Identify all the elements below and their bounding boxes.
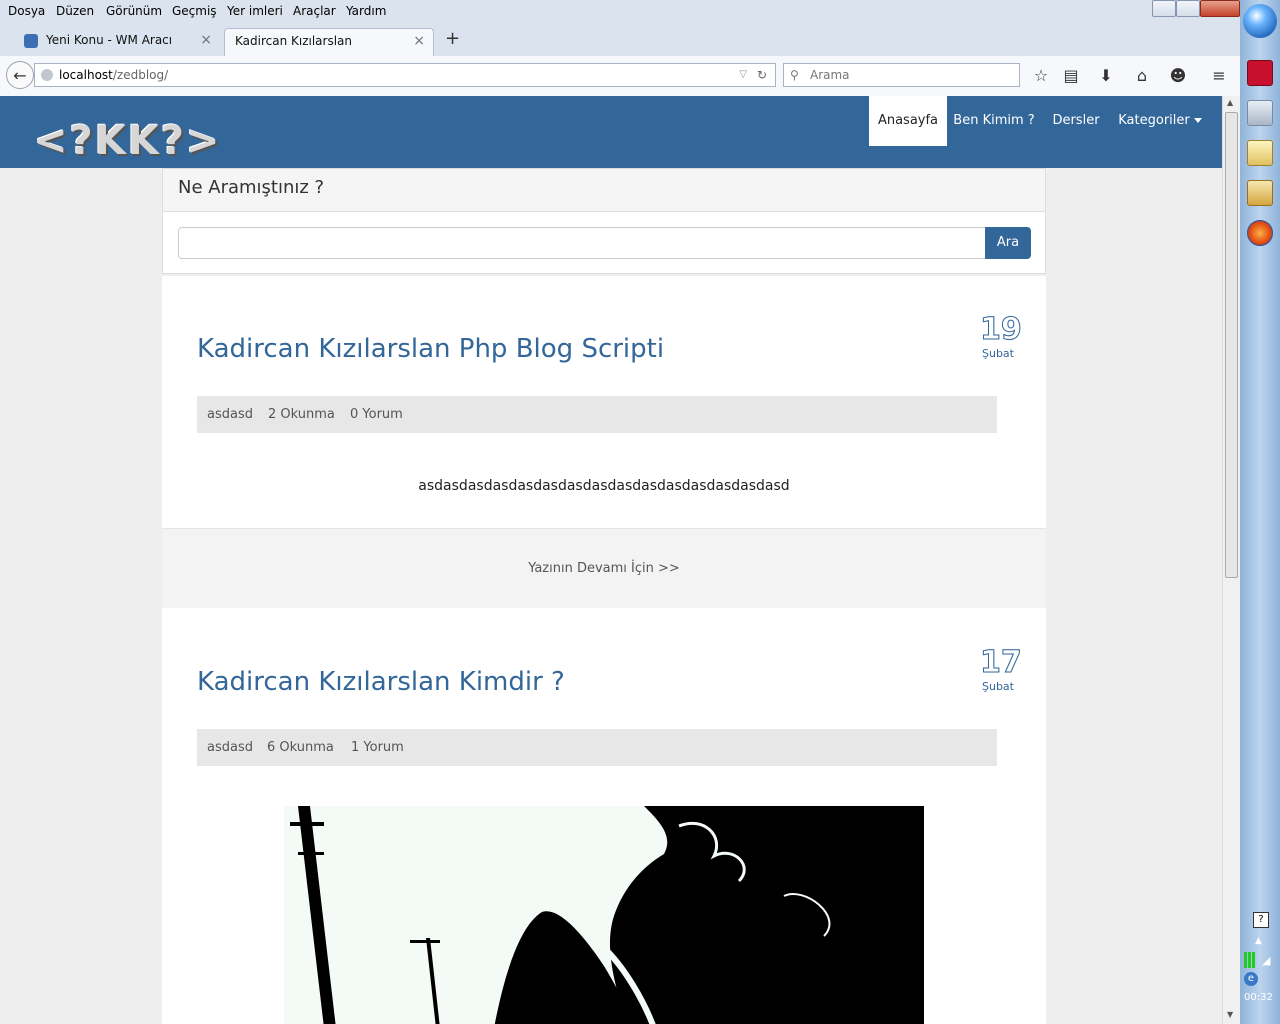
firefox-icon[interactable]	[1247, 220, 1273, 246]
ie-icon[interactable]: e	[1244, 972, 1258, 986]
post-title[interactable]: Kadircan Kızılarslan Kimdir ?	[197, 667, 565, 697]
tab-bar: Yeni Konu - WM Aracı × Kadircan Kızılars…	[0, 22, 1240, 56]
menu-bar: Dosya Düzen Görünüm Geçmiş Yer imleri Ar…	[0, 0, 1240, 22]
search-panel: Ne Aramıştınız ? Ara	[162, 168, 1046, 274]
search-button[interactable]: Ara	[985, 227, 1031, 259]
notepad-icon[interactable]	[1247, 140, 1273, 166]
scroll-down-icon[interactable]: ▼	[1227, 1010, 1233, 1019]
menu-yer-imleri[interactable]: Yer imleri	[227, 4, 283, 18]
tab-label: Yeni Konu - WM Aracı	[46, 33, 173, 47]
post-meta: asdasd 6 Okunma 1 Yorum	[197, 729, 997, 766]
tab-wm-araci[interactable]: Yeni Konu - WM Aracı ×	[14, 28, 220, 56]
tab-kadircan[interactable]: Kadircan Kızılarslan ×	[224, 28, 434, 56]
paint-icon[interactable]	[1247, 180, 1273, 206]
menu-araclar[interactable]: Araçlar	[293, 4, 336, 18]
site-logo[interactable]: <?KK?>	[34, 118, 221, 164]
window-controls	[1152, 0, 1240, 17]
volume-icon[interactable]: ◢	[1262, 954, 1270, 967]
favicon-icon	[24, 34, 38, 48]
search-input[interactable]	[178, 227, 987, 259]
tray-clock[interactable]: 00:32	[1244, 992, 1273, 1003]
menu-gecmis[interactable]: Geçmiş	[172, 4, 217, 18]
post-excerpt: asdasdasdasdasdasdasdasdasdasdasdasdasda…	[418, 478, 790, 494]
nav-dersler[interactable]: Dersler	[1048, 96, 1104, 146]
caret-down-icon	[1193, 118, 1202, 123]
start-button[interactable]	[1243, 4, 1277, 38]
browser-search-input[interactable]: ⚲ Arama	[783, 63, 1020, 87]
drive-icon[interactable]	[1247, 100, 1273, 126]
nav-anasayfa[interactable]: Anasayfa	[869, 96, 947, 146]
nav-kategoriler[interactable]: Kategoriler	[1117, 96, 1203, 146]
reload-icon[interactable]: ↻	[757, 64, 767, 86]
read-more-link[interactable]: Yazının Devamı İçin >>	[162, 528, 1046, 609]
post-date-month: Şubat	[982, 347, 1014, 360]
menu-yardim[interactable]: Yardım	[346, 4, 386, 18]
scroll-up-icon[interactable]: ▲	[1227, 98, 1233, 107]
globe-icon	[41, 69, 53, 81]
post-comments[interactable]: 0 Yorum	[350, 407, 403, 422]
close-tab-icon[interactable]: ×	[200, 28, 212, 53]
post-reads: 6 Okunma	[267, 740, 334, 755]
site-header: <?KK?> Anasayfa Ben Kimim ? Dersler Kate…	[0, 96, 1222, 168]
post-meta: asdasd 2 Okunma 0 Yorum	[197, 396, 997, 433]
post-author[interactable]: asdasd	[207, 407, 253, 422]
download-icon[interactable]: ⬇	[1096, 66, 1116, 86]
home-icon[interactable]: ⌂	[1132, 66, 1152, 86]
bookmarks-list-icon[interactable]: ▤	[1061, 66, 1081, 86]
tab-label: Kadircan Kızılarslan	[235, 34, 353, 48]
help-icon[interactable]: ?	[1253, 912, 1269, 928]
post-reads: 2 Okunma	[268, 407, 335, 422]
minimize-button[interactable]	[1152, 0, 1176, 17]
post-card: Kadircan Kızılarslan Php Blog Scripti 19…	[162, 276, 1046, 609]
post-date-month: Şubat	[982, 680, 1014, 693]
maximize-button[interactable]	[1176, 0, 1200, 17]
post-title[interactable]: Kadircan Kızılarslan Php Blog Scripti	[197, 334, 664, 364]
search-icon: ⚲	[790, 68, 799, 82]
back-button[interactable]: ←	[6, 61, 34, 89]
network-signal-icon[interactable]	[1244, 952, 1258, 968]
search-heading: Ne Aramıştınız ?	[178, 177, 325, 198]
nav-ben-kimim[interactable]: Ben Kimim ?	[953, 96, 1035, 146]
menu-gorunum[interactable]: Görünüm	[106, 4, 162, 18]
post-author[interactable]: asdasd	[207, 740, 253, 755]
hamburger-menu-icon[interactable]: ≡	[1209, 66, 1229, 86]
url-bar[interactable]: localhost/zedblog/ ▽ ↻	[34, 63, 776, 87]
post-comments[interactable]: 1 Yorum	[351, 740, 404, 755]
close-tab-icon[interactable]: ×	[413, 29, 425, 54]
url-dropdown-icon[interactable]: ▽	[739, 64, 747, 86]
menu-dosya[interactable]: Dosya	[8, 4, 45, 18]
filezilla-icon[interactable]	[1247, 60, 1273, 86]
search-placeholder: Arama	[810, 68, 850, 82]
post-image	[284, 806, 924, 1024]
tray-expand-icon[interactable]: ▲	[1255, 936, 1262, 946]
close-window-button[interactable]	[1200, 0, 1240, 17]
post-date-day: 19	[980, 312, 1023, 348]
scroll-thumb[interactable]	[1225, 112, 1238, 578]
url-path: /zedblog/	[112, 68, 169, 82]
nav-kategoriler-label: Kategoriler	[1118, 113, 1190, 128]
bookmark-star-icon[interactable]: ☆	[1031, 66, 1051, 86]
post-card: Kadircan Kızılarslan Kimdir ? 17 Şubat a…	[162, 608, 1046, 1024]
post-date-day: 17	[980, 645, 1023, 681]
menu-duzen[interactable]: Düzen	[56, 4, 94, 18]
page-scrollbar[interactable]: ▲ ▼	[1222, 96, 1240, 1024]
chat-icon[interactable]: ☻	[1168, 66, 1188, 86]
new-tab-button[interactable]: +	[445, 28, 460, 49]
search-panel-heading: Ne Aramıştınız ?	[163, 169, 1045, 212]
url-host: localhost	[59, 68, 113, 82]
web-page: <?KK?> Anasayfa Ben Kimim ? Dersler Kate…	[0, 96, 1222, 1024]
